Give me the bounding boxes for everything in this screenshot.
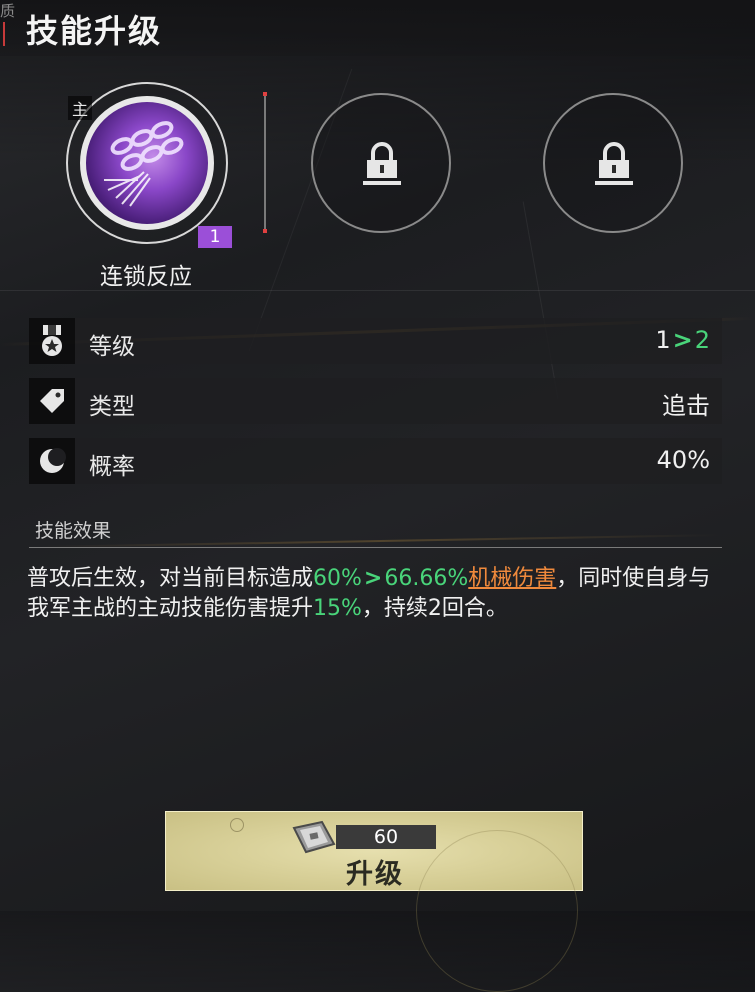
effect-text: ，持续2回合。	[361, 596, 508, 621]
button-decoration	[230, 818, 244, 832]
slot-divider	[264, 94, 266, 232]
stat-value-chance: 40%	[656, 446, 710, 474]
upgrade-button-label: 升级	[346, 859, 404, 890]
arrow-right-icon: >	[672, 326, 693, 354]
skill-slot-main[interactable]: 主 1	[66, 82, 232, 248]
upgrade-button[interactable]: 60 升级	[165, 811, 583, 992]
divider-dot-bottom	[263, 229, 267, 233]
page-title: 技能升级	[26, 12, 163, 50]
effect-boost: 15%	[313, 596, 362, 621]
stat-row-level: 等级 1>2	[29, 318, 722, 364]
level-from: 1	[655, 326, 671, 354]
stat-value-level: 1>2	[655, 326, 710, 354]
arrow-right-icon: >	[363, 566, 383, 591]
medal-icon	[29, 318, 75, 364]
main-skill-tag: 主	[68, 96, 93, 120]
moon-icon	[29, 438, 75, 484]
header-bar: 质 技能升级	[0, 0, 755, 56]
stat-value-type: 追击	[662, 392, 710, 420]
skill-slot-locked-2[interactable]	[543, 93, 683, 233]
effect-section-title: 技能效果	[35, 520, 112, 542]
skill-name: 连锁反应	[100, 264, 192, 290]
lock-icon	[595, 141, 633, 189]
stat-label: 等级	[89, 334, 135, 360]
level-to: 2	[694, 326, 710, 354]
chain-skill-icon	[80, 96, 214, 230]
stat-label: 概率	[89, 454, 135, 480]
effect-pct-from: 60%	[313, 566, 362, 591]
skill-level-badge: 1	[198, 226, 232, 248]
tag-icon	[29, 378, 75, 424]
stat-label: 类型	[89, 394, 135, 420]
lock-icon	[363, 141, 401, 189]
edge-marker	[3, 22, 5, 46]
divider-dot-top	[263, 92, 267, 96]
skill-slot-locked-1[interactable]	[311, 93, 451, 233]
upgrade-cost: 60	[336, 825, 436, 849]
section-divider	[29, 547, 722, 548]
effect-text: 普攻后生效，对当前目标造成	[27, 566, 314, 591]
stat-row-type: 类型 追击	[29, 378, 722, 424]
stat-row-chance: 概率 40%	[29, 438, 722, 484]
effect-description: 普攻后生效，对当前目标造成60%>66.66%机械伤害，同时使自身与我军主战的主…	[27, 564, 717, 624]
edge-glyph: 质	[0, 2, 16, 20]
damage-type-link[interactable]: 机械伤害	[468, 566, 556, 591]
effect-pct-to: 66.66%	[384, 566, 469, 591]
